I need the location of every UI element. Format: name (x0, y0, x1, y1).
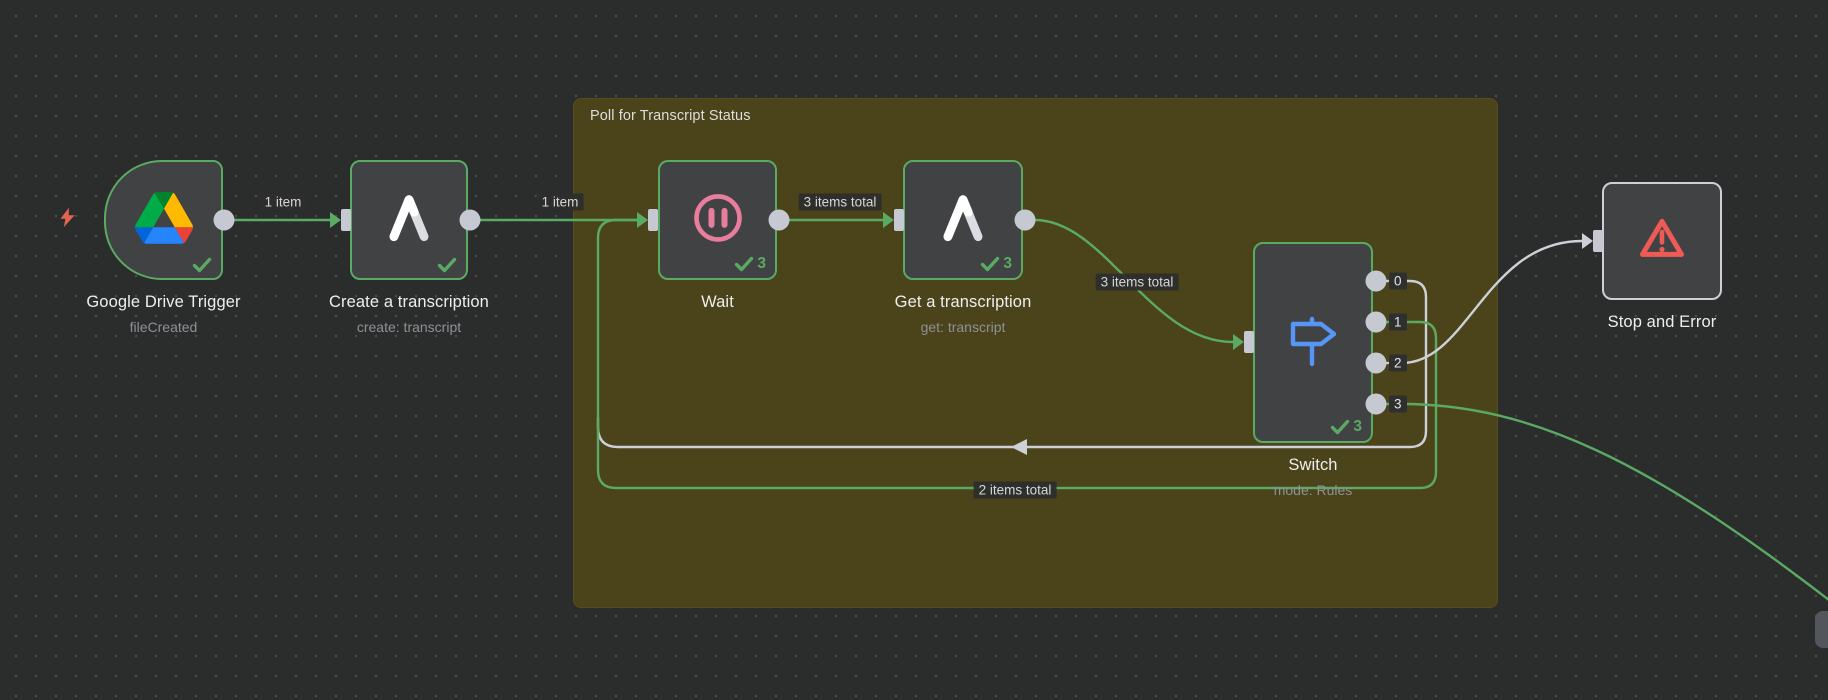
input-port[interactable] (1593, 230, 1603, 252)
output-port[interactable] (769, 210, 790, 231)
workflow-canvas[interactable]: Poll for Transcript Status1 item1 item3 … (0, 0, 1828, 700)
input-port[interactable] (648, 209, 658, 231)
connection-arrow-icon (1582, 233, 1593, 249)
output-port[interactable] (214, 210, 235, 231)
connection-arrow-icon (1233, 334, 1244, 350)
output-port[interactable] (1366, 271, 1387, 292)
connection-arrow-icon (637, 212, 648, 228)
input-port[interactable] (341, 209, 351, 231)
input-port[interactable] (1244, 331, 1254, 353)
output-port[interactable] (460, 210, 481, 231)
connection-arrow-icon (330, 212, 341, 228)
output-port[interactable] (1366, 312, 1387, 333)
output-port[interactable] (1366, 353, 1387, 374)
output-port[interactable] (1366, 394, 1387, 415)
input-port[interactable] (894, 209, 904, 231)
ports-layer (0, 0, 1828, 700)
connection-arrow-icon (883, 212, 894, 228)
output-port[interactable] (1015, 210, 1036, 231)
